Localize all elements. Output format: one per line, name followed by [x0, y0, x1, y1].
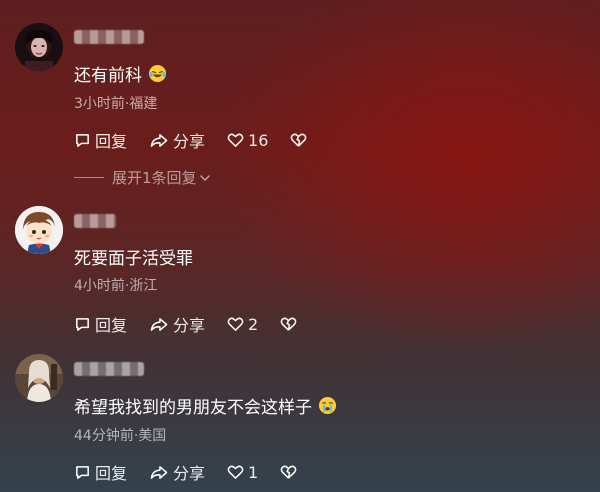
heart-icon — [227, 316, 244, 332]
comment-meta: 3小时前·福建 — [74, 96, 158, 112]
reply-icon — [74, 132, 91, 149]
share-button[interactable]: 分享 — [149, 312, 205, 336]
share-label: 分享 — [173, 132, 206, 151]
share-icon — [149, 316, 169, 333]
heart-icon — [227, 132, 244, 148]
avatar[interactable] — [15, 206, 63, 254]
reply-label: 回复 — [95, 132, 128, 151]
share-icon — [149, 464, 169, 481]
comment-meta: 44分钟前·美国 — [74, 428, 167, 444]
like-button[interactable]: 1 — [227, 463, 258, 482]
username-redacted[interactable] — [74, 30, 144, 44]
avatar[interactable] — [15, 23, 63, 71]
expand-replies-label: 展开1条回复 — [112, 169, 197, 187]
share-button[interactable]: 分享 — [149, 128, 205, 152]
comment-text-content: 死要面子活受罪 — [74, 249, 193, 269]
reply-button[interactable]: 回复 — [74, 312, 127, 336]
comment-meta: 4小时前·浙江 — [74, 278, 158, 294]
comment-actions: 回复 分享 2 — [74, 312, 319, 336]
chevron-down-icon — [199, 169, 211, 187]
avatar[interactable] — [15, 354, 63, 402]
comment-text: 希望我找到的男朋友不会这样子 — [74, 393, 337, 418]
comment-actions: 回复 分享 16 — [74, 128, 329, 152]
expand-replies-button[interactable]: 展开1条回复 — [74, 167, 211, 188]
broken-heart-icon — [280, 464, 297, 480]
comment-text: 死要面子活受罪 — [74, 244, 193, 269]
share-label: 分享 — [173, 464, 206, 483]
like-count: 16 — [248, 130, 269, 150]
broken-heart-icon — [280, 316, 297, 332]
comment-actions: 回复 分享 1 — [74, 460, 319, 484]
heart-icon — [227, 464, 244, 480]
username-redacted[interactable] — [74, 214, 116, 228]
share-label: 分享 — [173, 316, 206, 335]
like-count: 1 — [248, 462, 259, 482]
like-button[interactable]: 2 — [227, 315, 258, 334]
like-button[interactable]: 16 — [227, 131, 268, 150]
comment-text: 还有前科 — [74, 61, 167, 86]
share-button[interactable]: 分享 — [149, 460, 205, 484]
dislike-button[interactable] — [280, 316, 297, 332]
broken-heart-icon — [290, 132, 307, 148]
dislike-button[interactable] — [280, 464, 297, 480]
comment-text-content: 还有前科 — [74, 66, 142, 86]
reply-icon — [74, 464, 91, 481]
like-count: 2 — [248, 314, 259, 334]
reply-icon — [74, 316, 91, 333]
reply-button[interactable]: 回复 — [74, 128, 127, 152]
dislike-button[interactable] — [290, 132, 307, 148]
laughing-crying-emoji-icon — [148, 64, 167, 83]
reply-label: 回复 — [95, 464, 128, 483]
reply-label: 回复 — [95, 316, 128, 335]
crying-emoji-icon — [318, 396, 337, 415]
reply-button[interactable]: 回复 — [74, 460, 127, 484]
comment-text-content: 希望我找到的男朋友不会这样子 — [74, 398, 312, 418]
share-icon — [149, 132, 169, 149]
expand-divider — [74, 177, 104, 178]
username-redacted[interactable] — [74, 362, 144, 376]
